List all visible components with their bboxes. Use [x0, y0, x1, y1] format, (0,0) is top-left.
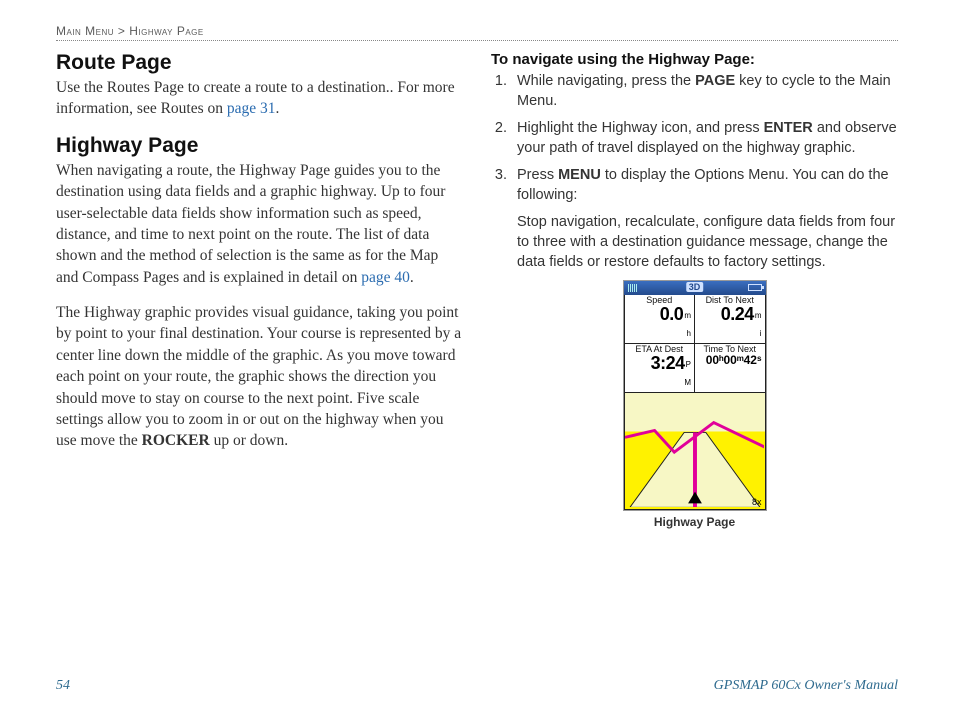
step-3-pre: Press	[517, 167, 558, 183]
cell-eta: ETA At Dest 3:24PM	[624, 344, 696, 393]
step-1-pre: While navigating, press the	[517, 73, 695, 89]
speed-value: 0.0	[660, 304, 684, 324]
header-rule	[56, 40, 898, 41]
rocker-bold: ROCKER	[142, 432, 210, 449]
highway-p2: The Highway graphic provides visual guid…	[56, 302, 463, 452]
nav-heading: To navigate using the Highway Page:	[491, 51, 898, 68]
left-column: Route Page Use the Routes Page to create…	[56, 51, 463, 529]
cell-speed: Speed 0.0mh	[624, 295, 696, 344]
satellite-icon	[628, 284, 638, 292]
eta-unit: PM	[684, 360, 691, 387]
figure: 3D Speed 0.0mh Dist To Next 0.24mi	[491, 280, 898, 529]
breadcrumb-sep: >	[118, 24, 126, 38]
breadcrumb-current: Highway Page	[129, 24, 203, 38]
step-1: While navigating, press the PAGE key to …	[511, 72, 898, 111]
dist-value: 0.24	[721, 304, 754, 324]
figure-caption: Highway Page	[491, 515, 898, 529]
zoom-level: 8x	[752, 497, 762, 507]
device-screenshot: 3D Speed 0.0mh Dist To Next 0.24mi	[623, 280, 767, 511]
route-page-body: Use the Routes Page to create a route to…	[56, 77, 463, 120]
highway-p2-text: The Highway graphic provides visual guid…	[56, 304, 461, 449]
steps-list: While navigating, press the PAGE key to …	[491, 72, 898, 205]
highway-p2-after: up or down.	[210, 432, 288, 449]
highway-p1-after: .	[410, 269, 414, 286]
ttn-value: 00ʰ00ᵐ42ˢ	[698, 354, 762, 366]
highway-p1: When navigating a route, the Highway Pag…	[56, 160, 463, 288]
battery-icon	[748, 284, 762, 291]
cell-ttn: Time To Next 00ʰ00ᵐ42ˢ	[695, 344, 766, 393]
breadcrumb-parent: Main Menu	[56, 24, 114, 38]
view-3d-badge: 3D	[686, 282, 704, 292]
highway-svg	[625, 393, 765, 507]
step-2-pre: Highlight the Highway icon, and press	[517, 120, 764, 136]
highway-graphic: 8x	[624, 393, 766, 510]
step-3: Press MENU to display the Options Menu. …	[511, 166, 898, 205]
eta-value: 3:24	[651, 353, 685, 373]
manual-title: GPSMAP 60Cx Owner's Manual	[714, 678, 898, 694]
highway-p1-link[interactable]: page 40	[361, 269, 410, 286]
page-footer: 54 GPSMAP 60Cx Owner's Manual	[56, 678, 898, 694]
step-2: Highlight the Highway icon, and press EN…	[511, 119, 898, 158]
step-3-extra: Stop navigation, recalculate, configure …	[517, 213, 898, 272]
cell-dist: Dist To Next 0.24mi	[695, 295, 766, 344]
device-titlebar: 3D	[624, 281, 766, 295]
highway-p1-text: When navigating a route, the Highway Pag…	[56, 162, 445, 286]
speed-unit: mh	[684, 311, 691, 338]
highway-page-heading: Highway Page	[56, 134, 463, 158]
route-page-link[interactable]: page 31	[227, 100, 276, 117]
step-3-bold: MENU	[558, 167, 601, 183]
route-page-heading: Route Page	[56, 51, 463, 75]
step-2-bold: ENTER	[764, 120, 813, 136]
dist-unit: mi	[755, 311, 762, 338]
right-column: To navigate using the Highway Page: Whil…	[491, 51, 898, 529]
page-number: 54	[56, 678, 70, 694]
breadcrumb: Main Menu > Highway Page	[56, 24, 898, 40]
route-body-after: .	[276, 100, 280, 117]
step-1-bold: PAGE	[695, 73, 735, 89]
